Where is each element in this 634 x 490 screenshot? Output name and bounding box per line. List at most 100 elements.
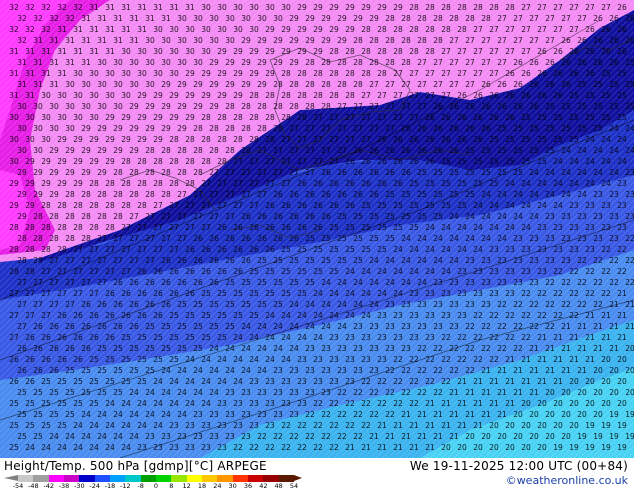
field-label: 29 <box>169 113 179 122</box>
field-label: 24 <box>345 311 355 320</box>
field-label: 26 <box>193 278 203 287</box>
field-label: 28 <box>313 91 323 100</box>
field-label: 24 <box>145 388 155 397</box>
field-label: 22 <box>561 278 571 287</box>
field-label: 22 <box>393 399 403 408</box>
field-label: 26 <box>441 135 451 144</box>
field-label: 25 <box>281 267 291 276</box>
field-label: 21 <box>545 344 555 353</box>
field-label: 25 <box>425 201 435 210</box>
field-label: 23 <box>457 289 467 298</box>
field-label: 27 <box>409 113 419 122</box>
field-label: 31 <box>121 3 131 12</box>
field-label: 22 <box>329 421 339 430</box>
field-label: 24 <box>433 256 443 265</box>
field-label: 30 <box>137 69 147 78</box>
field-label: 32 <box>17 14 27 23</box>
field-label: 26 <box>185 245 195 254</box>
field-label: 25 <box>393 201 403 210</box>
field-label: 26 <box>577 58 587 67</box>
field-label: 27 <box>177 190 187 199</box>
colorbar-tick: -24 <box>89 482 100 490</box>
field-label: 25 <box>577 80 587 89</box>
field-label: 24 <box>97 432 107 441</box>
field-label: 28 <box>233 135 243 144</box>
field-label: 22 <box>489 333 499 342</box>
field-label: 28 <box>209 146 219 155</box>
field-label: 26 <box>33 322 43 331</box>
field-label: 25 <box>521 157 531 166</box>
field-label: 25 <box>545 146 555 155</box>
field-label: 27 <box>457 47 467 56</box>
field-label: 26 <box>553 47 563 56</box>
field-label: 26 <box>9 377 19 386</box>
field-label: 30 <box>97 80 107 89</box>
field-label: 22 <box>521 289 531 298</box>
field-label: 28 <box>401 58 411 67</box>
field-label: 29 <box>281 47 291 56</box>
field-label: 25 <box>481 168 491 177</box>
field-label: 25 <box>25 399 35 408</box>
field-label: 28 <box>89 179 99 188</box>
field-label: 26 <box>321 168 331 177</box>
field-label: 24 <box>305 300 315 309</box>
field-label: 24 <box>585 179 595 188</box>
field-label: 25 <box>273 300 283 309</box>
field-label: 19 <box>609 410 619 419</box>
field-label: 28 <box>25 267 35 276</box>
field-label: 29 <box>89 157 99 166</box>
field-label: 25 <box>137 377 147 386</box>
field-label: 27 <box>225 190 235 199</box>
field-label: 30 <box>49 124 59 133</box>
field-label: 20 <box>625 344 634 353</box>
field-label: 21 <box>553 355 563 364</box>
field-label: 30 <box>209 36 219 45</box>
field-label: 23 <box>593 234 603 243</box>
field-label: 25 <box>305 278 315 287</box>
field-label: 30 <box>57 113 67 122</box>
field-label: 28 <box>121 201 131 210</box>
colorbar-tick: -38 <box>58 482 70 490</box>
field-label: 24 <box>577 146 587 155</box>
field-label: 26 <box>473 113 483 122</box>
colorbar-tick: 24 <box>213 482 222 490</box>
field-label: 24 <box>57 443 67 452</box>
field-label: 24 <box>65 432 75 441</box>
field-label: 27 <box>313 135 323 144</box>
field-label: 27 <box>313 113 323 122</box>
field-label: 30 <box>105 91 115 100</box>
field-label: 21 <box>481 388 491 397</box>
field-label: 28 <box>361 47 371 56</box>
field-label: 30 <box>201 25 211 34</box>
field-label: 23 <box>377 355 387 364</box>
field-label: 29 <box>217 69 227 78</box>
field-label: 20 <box>561 388 571 397</box>
field-label: 22 <box>353 410 363 419</box>
credit-link[interactable]: ©weatheronline.co.uk <box>506 474 628 487</box>
field-label: 25 <box>409 201 419 210</box>
field-label: 22 <box>233 443 243 452</box>
field-label: 20 <box>561 432 571 441</box>
field-label: 26 <box>473 91 483 100</box>
field-label: 26 <box>129 300 139 309</box>
field-label: 23 <box>249 421 259 430</box>
field-label: 25 <box>161 322 171 331</box>
field-label: 28 <box>457 3 467 12</box>
field-label: 26 <box>481 102 491 111</box>
field-label: 20 <box>609 366 619 375</box>
field-label: 24 <box>89 421 99 430</box>
field-label: 25 <box>409 179 419 188</box>
field-label: 22 <box>529 322 539 331</box>
field-label: 26 <box>369 168 379 177</box>
field-label: 29 <box>73 157 83 166</box>
field-label: 24 <box>553 157 563 166</box>
field-label: 30 <box>145 58 155 67</box>
field-label: 30 <box>17 124 27 133</box>
field-label: 31 <box>129 14 139 23</box>
field-label: 28 <box>417 36 427 45</box>
field-label: 22 <box>625 256 634 265</box>
field-label: 22 <box>481 344 491 353</box>
field-label: 25 <box>25 421 35 430</box>
field-label: 26 <box>561 36 571 45</box>
field-label: 26 <box>617 3 627 12</box>
